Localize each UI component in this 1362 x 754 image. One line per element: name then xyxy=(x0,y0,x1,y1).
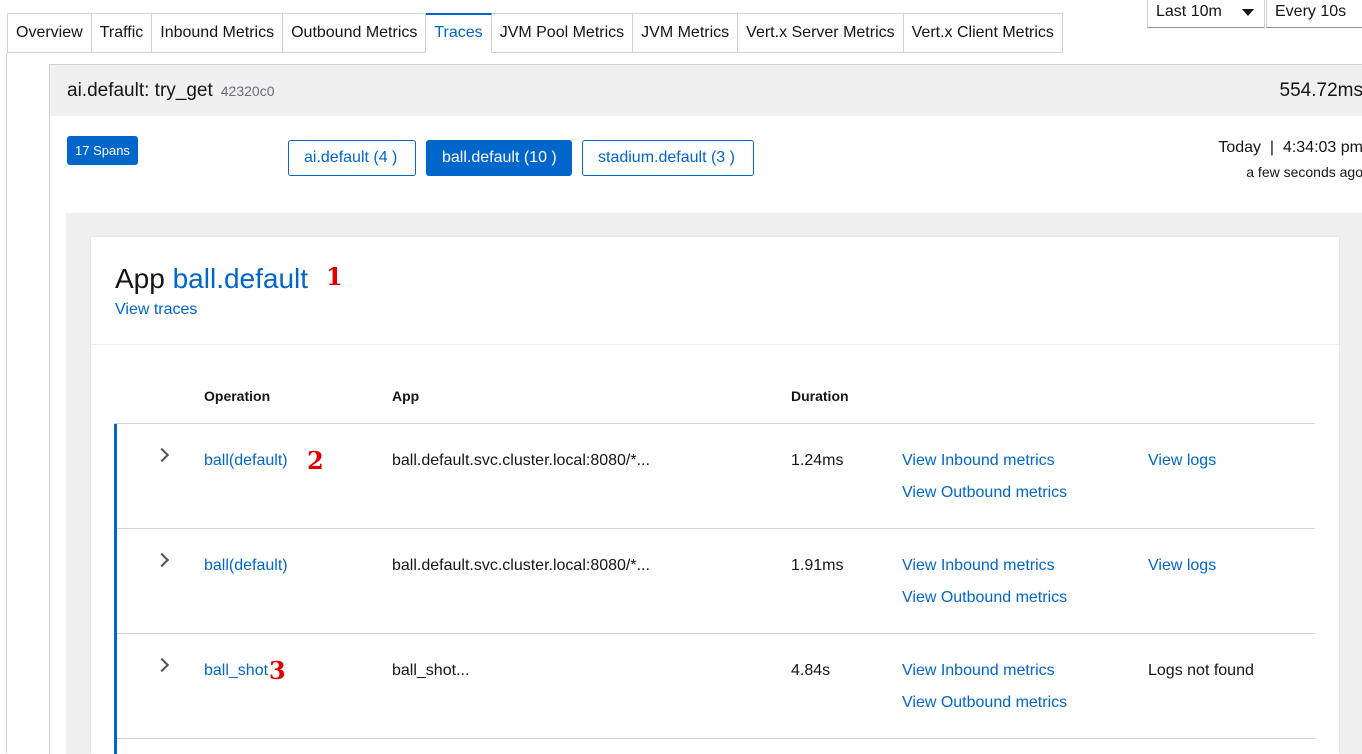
view-inbound-metrics-link[interactable]: View Inbound metrics xyxy=(902,452,1055,470)
view-outbound-metrics-link[interactable]: View Outbound metrics xyxy=(902,589,1067,607)
tab-vertx-server-metrics[interactable]: Vert.x Server Metrics xyxy=(738,13,904,53)
operation-link[interactable]: ball(default) xyxy=(204,557,288,575)
app-span-card: App ball.default 1 View traces Operation… xyxy=(91,237,1339,754)
annotation-marker-2: 2 xyxy=(307,446,324,475)
trace-title: ai.default: try_get 42320c0 xyxy=(67,80,274,102)
app-filter-ball-button[interactable]: ball.default (10 ) xyxy=(426,140,572,176)
chevron-right-icon[interactable] xyxy=(154,552,170,568)
app-filter-stadium-button[interactable]: stadium.default (3 ) xyxy=(582,140,754,176)
app-title-prefix: App xyxy=(115,263,165,294)
tab-vertx-client-metrics[interactable]: Vert.x Client Metrics xyxy=(903,13,1063,53)
tab-traffic[interactable]: Traffic xyxy=(91,13,153,53)
content-left-border xyxy=(6,53,7,753)
table-row: ball(default) 2 ball.default.svc.cluster… xyxy=(117,424,1315,529)
app-name-link[interactable]: ball.default xyxy=(173,263,308,294)
tab-bar: Overview Traffic Inbound Metrics Outboun… xyxy=(7,13,1063,53)
annotation-marker-1: 1 xyxy=(326,262,343,291)
row-duration: 1.24ms xyxy=(791,452,844,469)
column-header-duration: Duration xyxy=(791,388,849,404)
annotation-marker-3: 3 xyxy=(269,656,286,685)
table-row: ball(default) ball.default.svc.cluster.l… xyxy=(117,529,1315,634)
trace-header: ai.default: try_get 42320c0 554.72ms xyxy=(50,65,1362,116)
row-app: ball_shot... xyxy=(392,662,470,679)
trace-name: ai.default: try_get xyxy=(67,80,213,101)
refresh-interval-value: Every 10s xyxy=(1275,3,1347,20)
app-filter-ai-button[interactable]: ai.default (4 ) xyxy=(288,140,416,176)
chevron-right-icon[interactable] xyxy=(154,657,170,673)
view-logs-link[interactable]: View logs xyxy=(1148,557,1216,575)
chevron-down-icon xyxy=(1242,9,1254,16)
row-app: ball.default.svc.cluster.local:8080/*... xyxy=(392,557,650,574)
tab-traces[interactable]: Traces xyxy=(426,13,492,53)
operation-link[interactable]: ball_shot xyxy=(204,662,268,680)
time-range-select[interactable]: Last 10m xyxy=(1147,0,1265,28)
view-inbound-metrics-link[interactable]: View Inbound metrics xyxy=(902,557,1055,575)
trace-id: 42320c0 xyxy=(220,83,275,99)
refresh-interval-select[interactable]: Every 10s xyxy=(1266,0,1362,28)
tab-jvm-metrics[interactable]: JVM Metrics xyxy=(633,13,739,53)
logs-not-found-text: Logs not found xyxy=(1148,662,1254,679)
view-logs-link[interactable]: View logs xyxy=(1148,452,1216,470)
trace-relative-time: a few seconds ago xyxy=(1246,164,1362,180)
column-header-operation: Operation xyxy=(204,388,271,404)
time-range-value: Last 10m xyxy=(1156,3,1222,20)
tab-overview[interactable]: Overview xyxy=(7,13,92,53)
table-row: ball_shot 3 ball_shot... 4.84s View Inbo… xyxy=(117,634,1315,739)
view-inbound-metrics-link[interactable]: View Inbound metrics xyxy=(902,662,1055,680)
view-outbound-metrics-link[interactable]: View Outbound metrics xyxy=(902,484,1067,502)
trace-date: Today | 4:34:03 pm xyxy=(1218,139,1362,156)
view-outbound-metrics-link[interactable]: View Outbound metrics xyxy=(902,694,1067,712)
span-details-area: App ball.default 1 View traces Operation… xyxy=(66,213,1362,754)
column-header-app: App xyxy=(392,388,420,404)
app-title: App ball.default xyxy=(115,263,308,295)
tab-inbound-metrics[interactable]: Inbound Metrics xyxy=(152,13,284,53)
operation-link[interactable]: ball(default) xyxy=(204,452,288,470)
tab-outbound-metrics[interactable]: Outbound Metrics xyxy=(283,13,427,53)
chevron-right-icon[interactable] xyxy=(154,447,170,463)
tab-jvm-pool-metrics[interactable]: JVM Pool Metrics xyxy=(491,13,634,53)
trace-duration: 554.72ms xyxy=(1279,80,1362,101)
spans-count-badge: 17 Spans xyxy=(67,136,138,165)
row-duration: 4.84s xyxy=(791,662,831,679)
trace-details-card: ai.default: try_get 42320c0 554.72ms 17 S… xyxy=(49,64,1362,754)
view-traces-link[interactable]: View traces xyxy=(115,301,197,319)
row-app: ball.default.svc.cluster.local:8080/*... xyxy=(392,452,650,469)
row-duration: 1.91ms xyxy=(791,557,844,574)
card-divider xyxy=(91,344,1339,345)
